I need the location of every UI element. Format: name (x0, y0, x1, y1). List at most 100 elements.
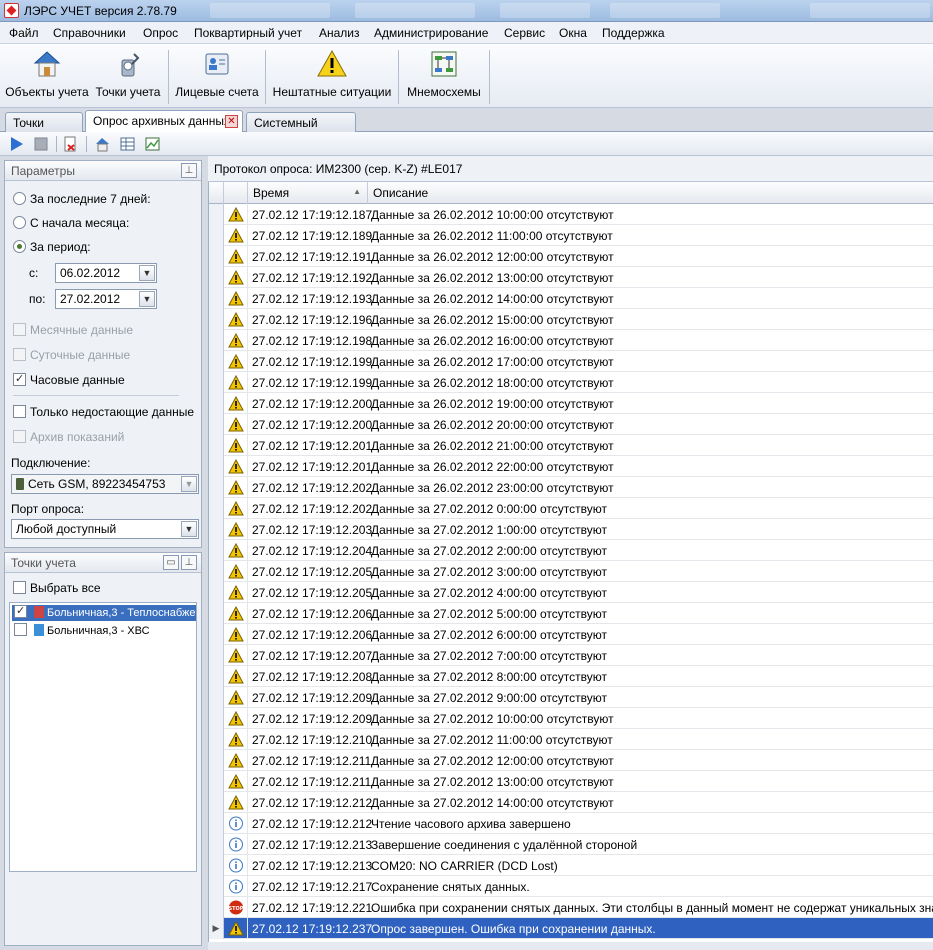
table-row[interactable]: 27.02.12 17:19:12.208 Данные за 27.02.201… (209, 666, 933, 687)
accounts-button[interactable]: Лицевые счета (174, 48, 260, 106)
radio-month-start[interactable]: С начала месяца: (13, 216, 129, 230)
header-type[interactable] (224, 182, 248, 204)
table-row[interactable]: 27.02.12 17:19:12.202 Данные за 26.02.201… (209, 477, 933, 498)
table-row[interactable]: 27.02.12 17:19:12.212 Чтение часового арх… (209, 813, 933, 834)
tab-system-log[interactable]: Системный журнал (246, 112, 356, 144)
table-row[interactable]: 27.02.12 17:19:12.202 Данные за 27.02.201… (209, 498, 933, 519)
menu-support[interactable]: Поддержка (602, 26, 665, 40)
table-row[interactable]: 27.02.12 17:19:12.205 Данные за 27.02.201… (209, 561, 933, 582)
row-type-cell: STOP (224, 897, 248, 918)
port-select[interactable]: Любой доступный ▼ (11, 519, 199, 539)
table-row[interactable]: 27.02.12 17:19:12.199 Данные за 26.02.201… (209, 351, 933, 372)
table-row[interactable]: 27.02.12 17:19:12.199 Данные за 26.02.201… (209, 372, 933, 393)
table-row[interactable]: 27.02.12 17:19:12.189 Данные за 26.02.201… (209, 225, 933, 246)
table-row[interactable]: 27.02.12 17:19:12.209 Данные за 27.02.201… (209, 708, 933, 729)
row-description: Данные за 27.02.2012 14:00:00 отсутствую… (371, 796, 614, 810)
table-row[interactable]: 27.02.12 17:19:12.211 Данные за 27.02.201… (209, 750, 933, 771)
table-row[interactable]: 27.02.12 17:19:12.212 Данные за 27.02.201… (209, 792, 933, 813)
table-row[interactable]: 27.02.12 17:19:12.213 COM20: NO CARRIER (… (209, 855, 933, 876)
table-row[interactable]: 27.02.12 17:19:12.213 Завершение соединен… (209, 834, 933, 855)
pin-icon[interactable]: ⊥ (181, 555, 197, 570)
menu-service[interactable]: Сервис (504, 26, 545, 40)
table-row[interactable]: 27.02.12 17:19:12.205 Данные за 27.02.201… (209, 582, 933, 603)
checkbox[interactable] (14, 623, 27, 636)
menu-file[interactable]: Файл (9, 26, 39, 40)
menu-windows[interactable]: Окна (559, 26, 587, 40)
hourly-data-checkbox[interactable]: Часовые данные (13, 372, 125, 387)
row-description: Данные за 27.02.2012 3:00:00 отсутствуют (371, 565, 607, 579)
tab-points[interactable]: Точки учета (5, 112, 83, 144)
radio-button[interactable] (13, 240, 26, 253)
menu-apartment-accounting[interactable]: Поквартирный учет (194, 26, 302, 40)
radio-period[interactable]: За период: (13, 240, 91, 254)
menu-analysis[interactable]: Анализ (319, 26, 360, 40)
to-date-field[interactable]: 27.02.2012 ▼ (55, 289, 157, 309)
table-row[interactable]: 27.02.12 17:19:12.196 Данные за 26.02.201… (209, 309, 933, 330)
table-row[interactable]: 27.02.12 17:19:12.206 Данные за 27.02.201… (209, 603, 933, 624)
table-row[interactable]: 27.02.12 17:19:12.201 Данные за 26.02.201… (209, 456, 933, 477)
select-all-checkbox[interactable]: Выбрать все (13, 581, 101, 595)
chevron-down-icon[interactable]: ▼ (181, 521, 197, 537)
monthly-data-checkbox[interactable]: Месячные данные (13, 323, 133, 337)
table-row[interactable]: 27.02.12 17:19:12.210 Данные за 27.02.201… (209, 729, 933, 750)
pin-icon[interactable]: ⊥ (181, 163, 197, 178)
table-row[interactable]: 27.02.12 17:19:12.211 Данные за 27.02.201… (209, 771, 933, 792)
stop-icon[interactable] (32, 136, 49, 152)
radio-button[interactable] (13, 216, 26, 229)
table-row[interactable]: 27.02.12 17:19:12.201 Данные за 26.02.201… (209, 435, 933, 456)
table-row[interactable]: 27.02.12 17:19:12.198 Данные за 26.02.201… (209, 330, 933, 351)
checkbox[interactable] (13, 323, 26, 336)
house-icon[interactable] (94, 136, 111, 152)
objects-button[interactable]: Объекты учета (4, 48, 90, 106)
chevron-down-icon[interactable]: ▼ (139, 265, 155, 281)
list-item[interactable]: Больничная,3 - ХВС (12, 623, 196, 639)
points-button[interactable]: Точки учета (93, 48, 163, 106)
tab-archive-poll[interactable]: Опрос архивных данных ✕ (85, 110, 243, 133)
table-row[interactable]: 27.02.12 17:19:12.209 Данные за 27.02.201… (209, 687, 933, 708)
table-row[interactable]: 27.02.12 17:19:12.207 Данные за 27.02.201… (209, 645, 933, 666)
close-icon[interactable]: ✕ (225, 115, 238, 128)
table-icon[interactable] (119, 136, 136, 152)
horizontal-scrollbar[interactable] (208, 942, 933, 950)
radio-last-7-days[interactable]: За последние 7 дней: (13, 192, 151, 206)
header-time[interactable]: Время ▲ (248, 182, 368, 204)
diagrams-button[interactable]: Мнемосхемы (404, 48, 484, 106)
table-row[interactable]: 27.02.12 17:19:12.200 Данные за 26.02.201… (209, 393, 933, 414)
table-row[interactable]: STOP 27.02.12 17:19:12.221 Ошибка при сохр… (209, 897, 933, 918)
daily-data-checkbox[interactable]: Суточные данные (13, 348, 130, 362)
header-description[interactable]: Описание (368, 182, 933, 204)
maximize-icon[interactable]: ▭ (163, 555, 179, 570)
table-row[interactable]: 27.02.12 17:19:12.187 Данные за 26.02.201… (209, 204, 933, 225)
checkbox[interactable] (14, 605, 27, 618)
incidents-button[interactable]: Нештатные ситуации (271, 48, 393, 106)
chart-icon[interactable] (144, 136, 161, 152)
menu-administration[interactable]: Администрирование (374, 26, 488, 40)
chevron-down-icon[interactable]: ▼ (139, 291, 155, 307)
delete-report-icon[interactable] (62, 136, 79, 152)
row-description: Данные за 27.02.2012 2:00:00 отсутствуют (371, 544, 607, 558)
from-date-field[interactable]: 06.02.2012 ▼ (55, 263, 157, 283)
connection-select[interactable]: Сеть GSM, 89223454753 ▼ (11, 474, 199, 494)
table-row[interactable]: 27.02.12 17:19:12.206 Данные за 27.02.201… (209, 624, 933, 645)
readings-archive-checkbox[interactable]: Архив показаний (13, 430, 124, 444)
menu-polling[interactable]: Опрос (143, 26, 178, 40)
checkbox[interactable] (13, 405, 26, 418)
table-row[interactable]: 27.02.12 17:19:12.193 Данные за 26.02.201… (209, 288, 933, 309)
table-row[interactable]: 27.02.12 17:19:12.192 Данные за 26.02.201… (209, 267, 933, 288)
table-row[interactable]: 27.02.12 17:19:12.200 Данные за 26.02.201… (209, 414, 933, 435)
menu-directories[interactable]: Справочники (53, 26, 126, 40)
chevron-down-icon[interactable]: ▼ (181, 476, 197, 492)
checkbox[interactable] (13, 430, 26, 443)
missing-only-checkbox[interactable]: Только недостающие данные (13, 405, 194, 419)
radio-button[interactable] (13, 192, 26, 205)
table-row[interactable]: 27.02.12 17:19:12.204 Данные за 27.02.201… (209, 540, 933, 561)
table-row[interactable]: ▶ 27.02.12 17:19:12.237 Опрос завершен. Ош… (209, 918, 933, 939)
list-item[interactable]: Больничная,3 - Теплоснабжение (12, 605, 196, 621)
table-row[interactable]: 27.02.12 17:19:12.191 Данные за 26.02.201… (209, 246, 933, 267)
checkbox[interactable] (13, 372, 26, 386)
table-row[interactable]: 27.02.12 17:19:12.203 Данные за 27.02.201… (209, 519, 933, 540)
play-icon[interactable] (8, 136, 25, 152)
checkbox[interactable] (13, 348, 26, 361)
table-row[interactable]: 27.02.12 17:19:12.217 Сохранение снятых д… (209, 876, 933, 897)
checkbox[interactable] (13, 581, 26, 594)
